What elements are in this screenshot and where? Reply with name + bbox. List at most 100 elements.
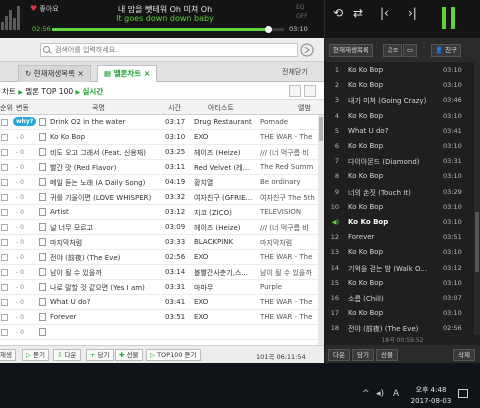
playlist-item[interactable]: 13 Ko Ko Bop 03:10 [325,244,474,259]
song-album[interactable]: The Red Summ [260,163,318,171]
song-title[interactable]: 전야 (前夜) (The Eve) [50,253,160,263]
search-submit-icon[interactable] [300,43,314,57]
song-artist[interactable]: 마마무 [194,283,258,293]
seek-bar-handle[interactable] [264,26,272,33]
song-artist[interactable]: 여자친구 (GFRIE... [194,193,258,203]
song-artist[interactable]: 헤이즈 (Heize) [194,223,258,233]
table-row[interactable]: - 0 Forever 03:51 EXO THE WAR - The [0,310,318,325]
song-artist[interactable]: EXO [194,253,258,261]
eq-label[interactable]: EQ [296,4,305,11]
col-artist[interactable]: 아티스트 [208,103,234,113]
song-artist[interactable]: 황치열 [194,178,258,188]
col-change[interactable]: 변동 [16,103,29,113]
song-title[interactable]: 남이 될 수 있을까 [50,268,160,278]
row-checkbox[interactable] [1,269,8,276]
previous-icon[interactable]: |‹ [380,6,389,20]
track-title[interactable]: Ko Ko Bop [348,172,438,180]
playlist-item[interactable]: 5 What U do? 03:41 [325,123,474,138]
song-artist[interactable]: BLACKPINK [194,238,258,246]
playlist-download-button[interactable]: 다운 [328,349,350,361]
playlist-item[interactable]: 8 Ko Ko Bop 03:10 [325,168,474,183]
track-title[interactable]: Forever [348,233,438,241]
row-checkbox[interactable] [1,149,8,156]
table-row[interactable]: - 0 남이 될 수 있을까 03:14 볼빨간사춘기,스... 남이 될 수 있을까 [0,265,318,280]
play-selected-button[interactable]: 재생 [0,349,16,361]
song-artist[interactable]: EXO [194,298,258,306]
track-title[interactable]: Ko Ko Bop [348,218,438,226]
playlist-delete-button[interactable]: 삭제 [453,349,475,361]
playlist-item[interactable]: ◀) Ko Ko Bop 03:10 [325,214,474,229]
track-title[interactable]: Ko Ko Bop [348,81,438,89]
clock-time[interactable]: 오후 4:48 [410,385,452,395]
lyrics-doc-icon[interactable] [39,163,46,171]
song-title[interactable]: 마지막처럼 [50,238,160,248]
tab-current-playlist-panel[interactable]: 현재재생목록 [329,44,373,57]
grid-view-icon[interactable] [304,85,316,97]
track-title[interactable]: 소름 (Chill) [348,294,438,304]
track-title[interactable]: 전야 (前夜) (The Eve) [348,324,438,334]
playlist-item[interactable]: 4 Ko Ko Bop 03:10 [325,108,474,123]
listen-button[interactable]: ▷ 듣기 [22,349,50,361]
row-checkbox[interactable] [1,284,8,291]
volume-icon[interactable]: ◂) [376,389,384,399]
song-album[interactable]: 마지막처럼 [260,238,318,248]
lyrics-doc-icon[interactable] [39,178,46,186]
shuffle-icon[interactable]: ⇄ [353,6,363,20]
table-row[interactable]: - 0 전야 (前夜) (The Eve) 02:56 EXO THE WAR - Th… [0,250,318,265]
playlist-item[interactable]: 17 Ko Ko Bop 03:10 [325,305,474,320]
track-title[interactable]: Ko Ko Bop [348,279,438,287]
col-time[interactable]: 시간 [168,103,181,113]
playlist-item[interactable]: 10 Ko Ko Bop 03:10 [325,199,474,214]
song-title[interactable]: What U do? [50,298,160,306]
track-title[interactable]: 다이아몬드 (Diamond) [348,157,438,167]
song-artist[interactable]: 지코 (ZICO) [194,208,258,218]
song-title[interactable]: Ko Ko Bop [50,133,160,141]
song-title[interactable]: Forever [50,313,160,321]
lyrics-doc-icon[interactable] [39,223,46,231]
playlist-item[interactable]: 2 Ko Ko Bop 03:10 [325,77,474,92]
pause-icon[interactable] [442,7,456,29]
track-title[interactable]: Ko Ko Bop [348,112,438,120]
song-artist[interactable]: Drug Restaurant [194,118,258,126]
scrollbar-thumb[interactable] [319,117,323,141]
lyrics-doc-icon[interactable] [39,268,46,276]
song-album[interactable]: Be ordinary [260,178,318,186]
table-row[interactable]: - 0 마지막처럼 03:33 BLACKPINK 마지막처럼 [0,235,318,250]
playlist-edit-icon[interactable]: ▭ [403,44,418,57]
tray-chevron-icon[interactable]: ^ [362,389,370,399]
table-row[interactable]: - 0 메일 듣는 노래 (A Daily Song) 04:19 황치열 Be ord… [0,175,318,190]
col-title[interactable]: 곡명 [92,103,105,113]
notification-icon[interactable] [458,389,468,398]
song-title[interactable]: 나로 말할 것 같으면 (Yes I am) [50,283,160,293]
ime-indicator[interactable]: A [393,389,399,399]
lyrics-doc-icon[interactable] [39,208,46,216]
row-checkbox[interactable] [1,194,8,201]
lyrics-doc-icon[interactable] [39,253,46,261]
song-title[interactable]: 널 너무 모르고 [50,223,160,233]
table-row[interactable]: - 0 귀를 기울이면 (LOVE WHISPER) 03:32 여자친구 (GFRI… [0,190,318,205]
playlist-item[interactable]: 6 Ko Ko Bop 03:10 [325,138,474,153]
lyrics-doc-icon[interactable] [39,118,46,126]
row-checkbox[interactable] [1,239,8,246]
song-title[interactable]: 메일 듣는 노래 (A Daily Song) [50,178,160,188]
song-album[interactable]: 여자친구 The 5th [260,193,318,203]
playlist-item[interactable]: 15 Ko Ko Bop 03:10 [325,275,474,290]
lyrics-doc-icon[interactable] [39,298,46,306]
song-album[interactable]: Purple [260,283,318,291]
tab-current-playlist[interactable]: ↻ 현재재생목록 × [18,65,91,82]
row-checkbox[interactable] [1,179,8,186]
song-album[interactable]: 남이 될 수 있을까 [260,268,318,278]
track-title[interactable]: Ko Ko Bop [348,203,438,211]
lyrics-doc-icon[interactable] [39,313,46,321]
col-rank[interactable]: 순위 [0,103,13,113]
lyrics-doc-icon[interactable] [39,193,46,201]
playlist-add-button[interactable]: 담기 [352,349,374,361]
row-checkbox[interactable] [1,119,8,126]
song-title[interactable]: 빨간 맛 (Red Flavor) [50,163,160,173]
table-row[interactable]: - 0 Artist 03:12 지코 (ZICO) TELEVISION [0,205,318,220]
playlist-item[interactable]: 12 Forever 03:51 [325,229,474,244]
song-album[interactable]: THE WAR - The [260,133,318,141]
track-title[interactable]: 너의 손짓 (Touch It) [348,188,438,198]
song-artist[interactable]: EXO [194,133,258,141]
close-all-tabs[interactable]: 전체닫기 [282,67,308,77]
